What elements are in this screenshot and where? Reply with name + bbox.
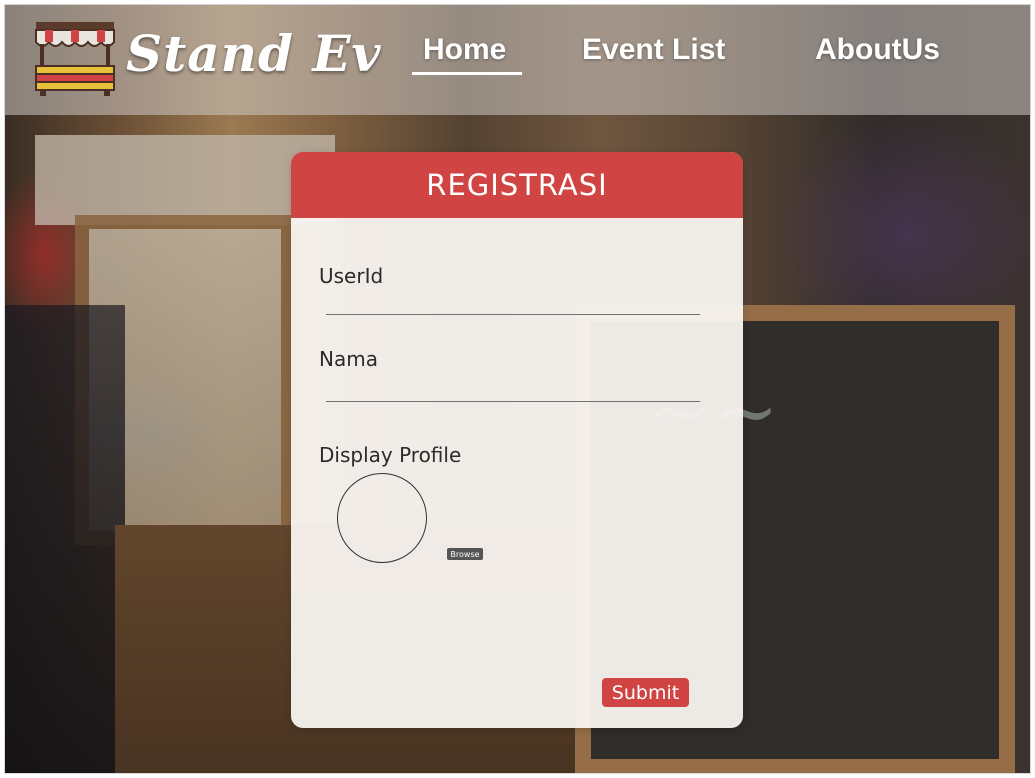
nama-label: Nama [319, 347, 378, 371]
submit-button[interactable]: Submit [602, 678, 689, 707]
nama-field[interactable] [326, 377, 700, 402]
nav-active-indicator [412, 72, 522, 75]
registration-card: REGISTRASI UserId Nama Display Profile B… [291, 152, 743, 728]
nav-event-list[interactable]: Event List [582, 33, 725, 67]
nav-home[interactable]: Home [423, 33, 506, 67]
market-stand-icon[interactable] [34, 20, 116, 96]
browse-button[interactable]: Browse [447, 548, 483, 560]
nav-about-us[interactable]: AboutUs [815, 33, 940, 67]
brand-name[interactable]: Stand Ev [126, 24, 382, 83]
profile-placeholder-circle [337, 473, 427, 563]
userid-field[interactable] [326, 290, 700, 315]
userid-label: UserId [319, 264, 384, 288]
registration-title: REGISTRASI [291, 152, 743, 218]
display-profile-label: Display Profile [319, 443, 462, 467]
